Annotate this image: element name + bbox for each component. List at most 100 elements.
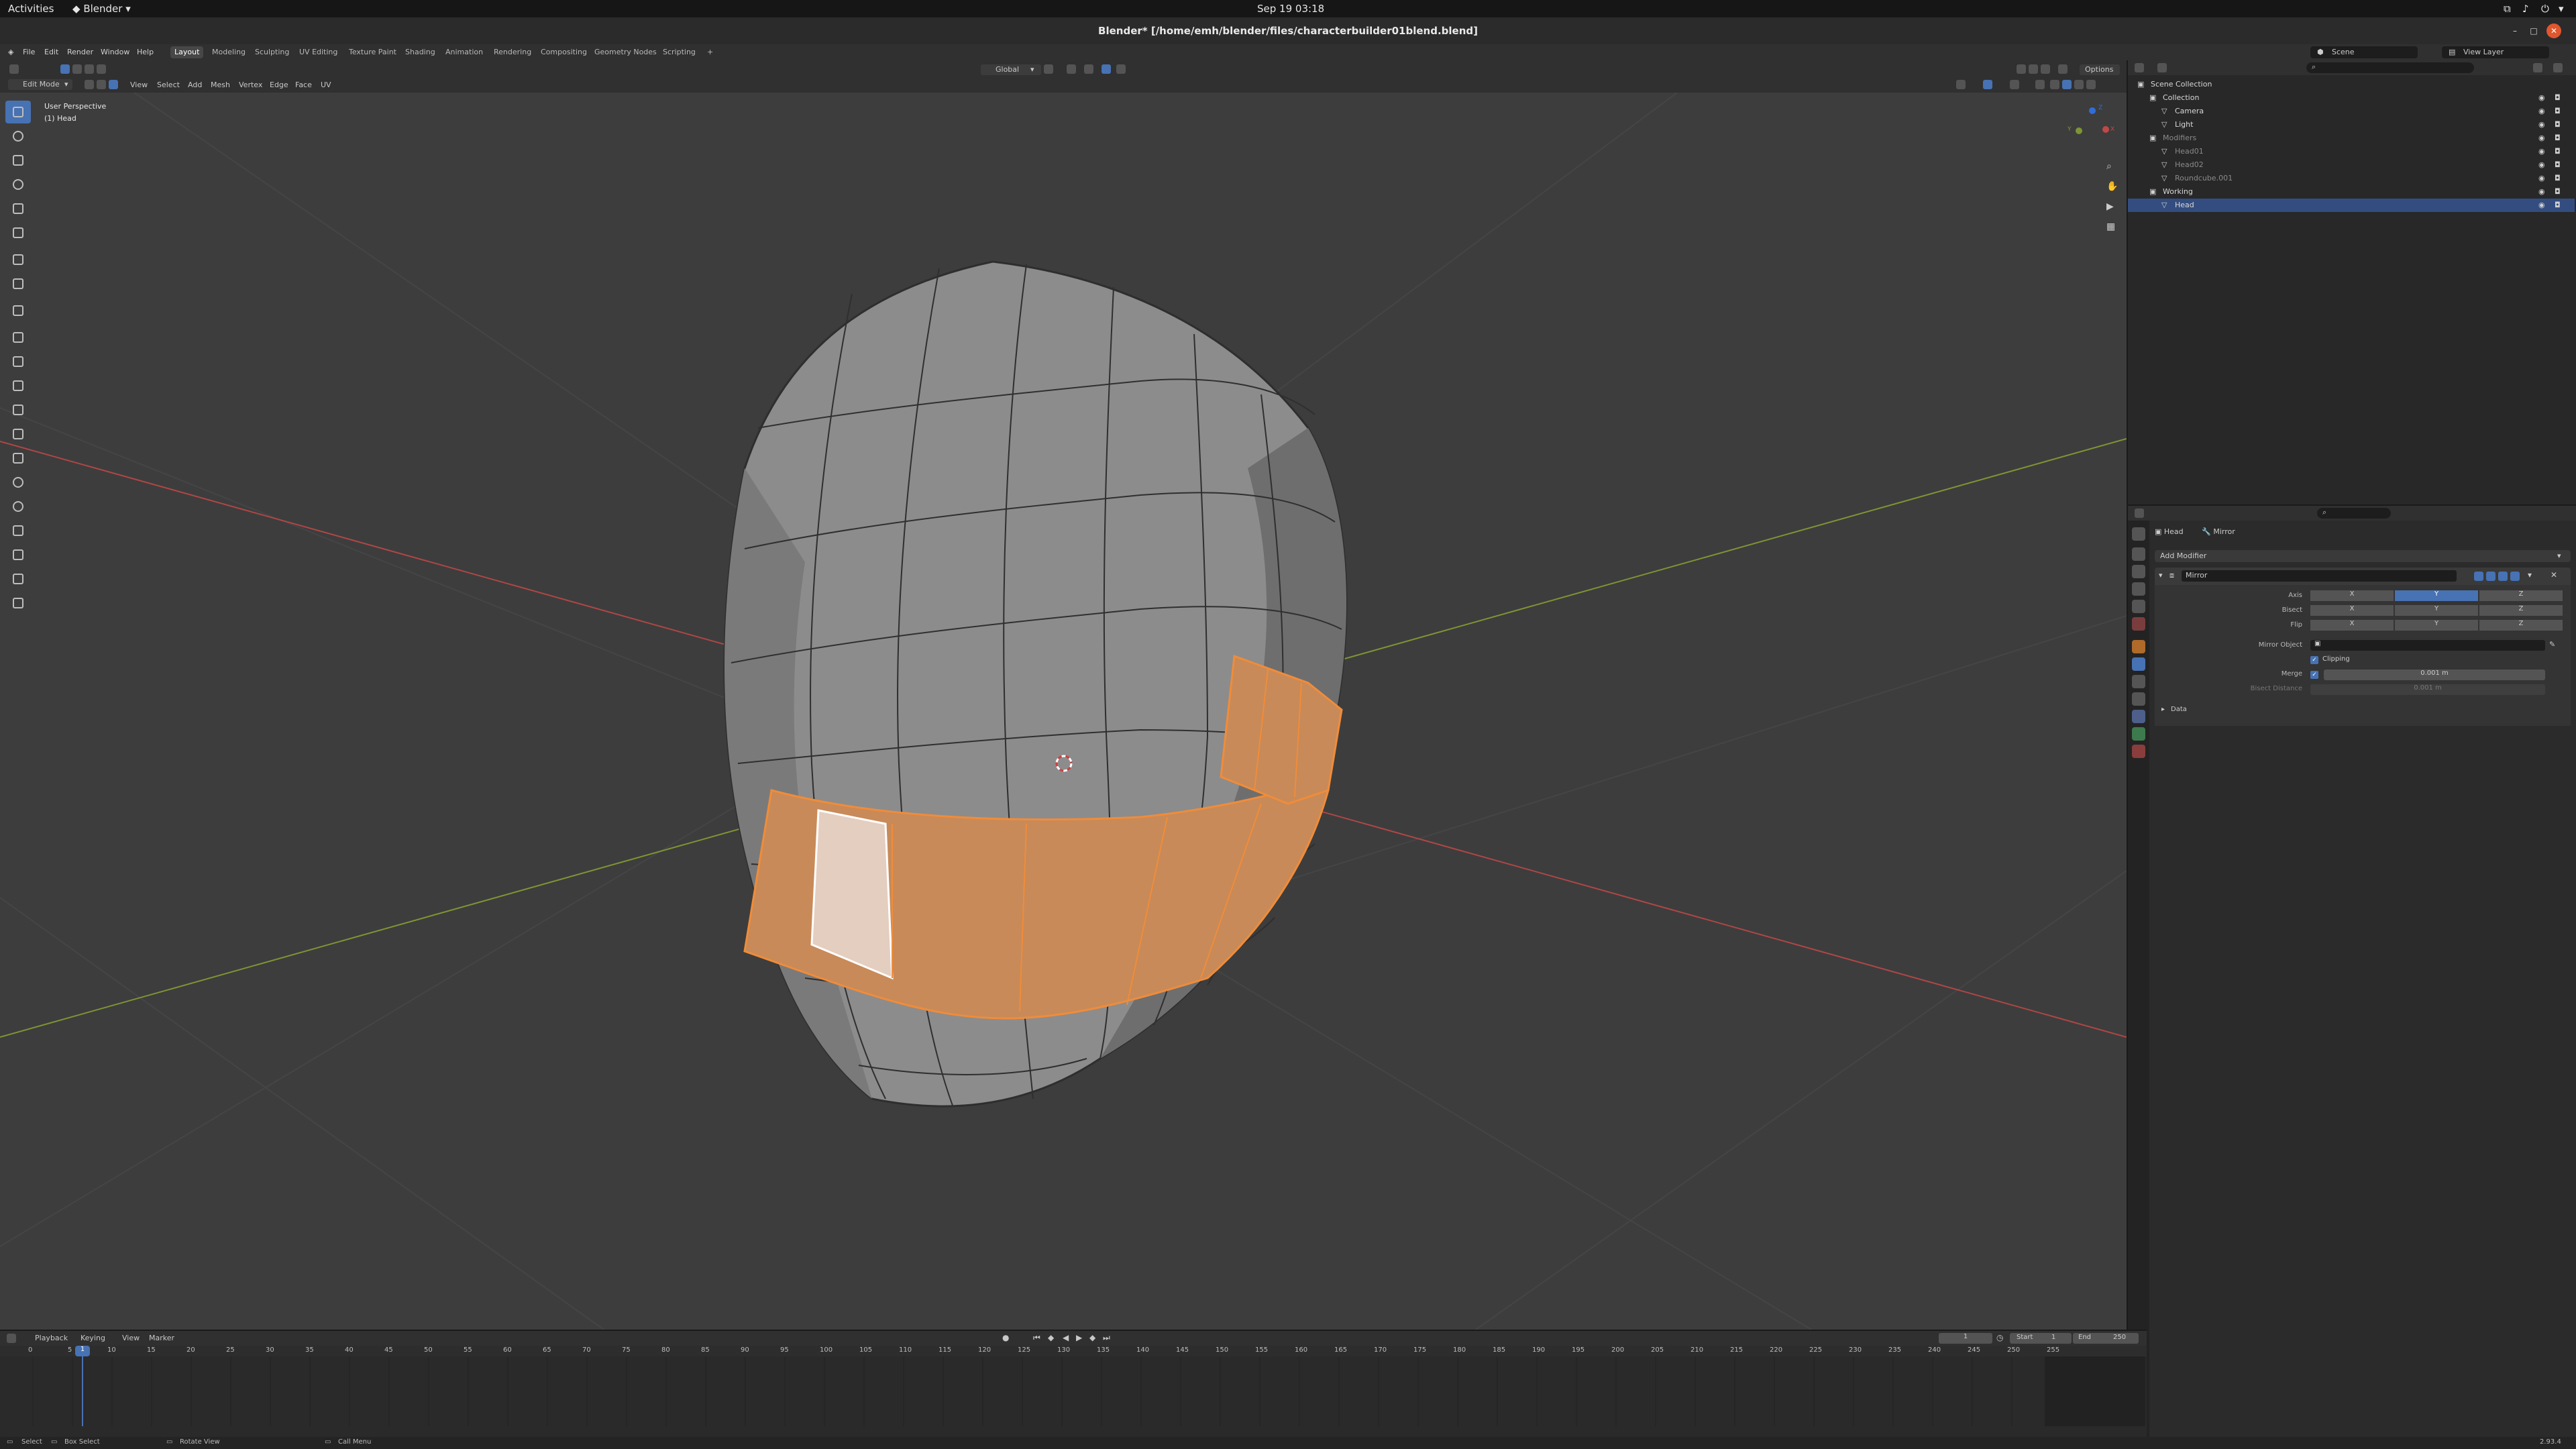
- edge-select-icon[interactable]: [97, 80, 106, 89]
- prev-keyframe-icon[interactable]: ◆: [1048, 1333, 1054, 1342]
- shading-rendered-icon[interactable]: [2086, 80, 2096, 89]
- render-visibility-icon[interactable]: ◘: [2555, 160, 2561, 169]
- bisect-y-toggle[interactable]: Y: [2395, 605, 2478, 616]
- gizmo-y-icon[interactable]: [2076, 127, 2082, 134]
- ortho-toggle-icon[interactable]: ▦: [2106, 221, 2115, 232]
- gizmo-z-icon[interactable]: [2089, 107, 2096, 114]
- transform-orientation-dropdown[interactable]: Global ▾: [981, 64, 1041, 75]
- add-cube-tool[interactable]: [5, 299, 31, 322]
- particles-tab-icon[interactable]: [2132, 675, 2145, 688]
- render-visibility-icon[interactable]: ◘: [2555, 133, 2561, 142]
- outliner-row[interactable]: ▽ Head ◉ ◘: [2128, 199, 2575, 212]
- tab-sculpting[interactable]: Sculpting: [251, 46, 293, 58]
- shear-tool[interactable]: [5, 568, 31, 590]
- outliner-display-mode-icon[interactable]: [2157, 63, 2167, 72]
- menu-select[interactable]: Select: [157, 80, 180, 89]
- menu-edge[interactable]: Edge: [270, 80, 288, 89]
- next-keyframe-icon[interactable]: ◆: [1089, 1333, 1095, 1342]
- 3d-viewport[interactable]: Global ▾ Options Edit Mode ▾ View Select…: [0, 60, 2127, 1330]
- menu-render[interactable]: Render: [67, 48, 93, 56]
- outliner-row[interactable]: ▣ Collection ◉ ◘: [2128, 91, 2575, 105]
- visibility-eye-icon[interactable]: ◉: [2538, 147, 2545, 156]
- properties-search-input[interactable]: ⌕: [2317, 508, 2391, 519]
- shrink-fatten-tool[interactable]: [5, 543, 31, 566]
- view-object-types-icon[interactable]: [1956, 80, 1966, 89]
- menu-add[interactable]: Add: [188, 80, 202, 89]
- modifier-menu-icon[interactable]: ▾: [2528, 570, 2532, 580]
- timeline-editor-type-icon[interactable]: [7, 1334, 16, 1343]
- render-toggle-icon[interactable]: [2510, 572, 2520, 581]
- xray-toggle-icon[interactable]: [2035, 80, 2045, 89]
- bisect-z-toggle[interactable]: Z: [2479, 605, 2563, 616]
- render-visibility-icon[interactable]: ◘: [2555, 147, 2561, 156]
- cage-toggle-icon[interactable]: [2486, 572, 2496, 581]
- falloff-icon[interactable]: [1116, 64, 1126, 74]
- system-menu-arrow-icon[interactable]: ▾: [2559, 3, 2564, 15]
- axis-z-toggle[interactable]: Z: [2479, 590, 2563, 601]
- render-visibility-icon[interactable]: ◘: [2555, 107, 2561, 115]
- clipping-checkbox[interactable]: ✓: [2310, 656, 2318, 664]
- play-icon[interactable]: ▶: [1076, 1333, 1082, 1342]
- add-modifier-button[interactable]: Add Modifier ▾: [2155, 550, 2571, 562]
- tab-texture-paint[interactable]: Texture Paint: [345, 46, 400, 58]
- material-tab-icon[interactable]: [2132, 745, 2145, 758]
- constraints-tab-icon[interactable]: [2132, 710, 2145, 723]
- outliner-row[interactable]: ▽ Camera ◉ ◘: [2128, 105, 2575, 118]
- blender-logo-icon[interactable]: ◈: [8, 48, 13, 56]
- outliner-row[interactable]: ▣ Working ◉ ◘: [2128, 185, 2575, 199]
- mirror-x-toggle[interactable]: [2017, 64, 2026, 74]
- modifier-tab-icon[interactable]: [2132, 657, 2145, 671]
- bisect-x-toggle[interactable]: X: [2310, 605, 2394, 616]
- select-box-tool[interactable]: [5, 101, 31, 123]
- menu-help[interactable]: Help: [137, 48, 154, 56]
- visibility-eye-icon[interactable]: ◉: [2538, 120, 2545, 129]
- gizmo-x-icon[interactable]: [2102, 126, 2109, 133]
- bevel-tool[interactable]: [5, 374, 31, 397]
- clock[interactable]: Sep 19 03:18: [1257, 3, 1324, 15]
- spin-tool[interactable]: [5, 471, 31, 494]
- physics-tab-icon[interactable]: [2132, 692, 2145, 706]
- rip-region-tool[interactable]: [5, 592, 31, 614]
- edit-mode-toggle-icon[interactable]: [2474, 572, 2483, 581]
- world-tab-icon[interactable]: [2132, 617, 2145, 631]
- frame-ruler[interactable]: 0 5 10 15 20 25 30 35 40 45 50 55 60 65 70 75 80 85 90 95 10…: [0, 1346, 2147, 1356]
- data-tab-icon[interactable]: [2132, 727, 2145, 741]
- record-icon[interactable]: ●: [1002, 1333, 1009, 1342]
- menu-view[interactable]: View: [130, 80, 148, 89]
- tool-tab-icon[interactable]: [2132, 527, 2145, 541]
- play-reverse-icon[interactable]: ◀: [1063, 1333, 1069, 1342]
- current-frame-field[interactable]: 1: [1939, 1333, 1992, 1344]
- select-mode-extend-icon[interactable]: [72, 64, 82, 74]
- options-dropdown[interactable]: Options: [2080, 64, 2120, 75]
- menu-view-timeline[interactable]: View: [122, 1334, 140, 1342]
- edge-slide-tool[interactable]: [5, 519, 31, 542]
- output-tab-icon[interactable]: [2132, 565, 2145, 578]
- mirror-z-toggle[interactable]: [2041, 64, 2050, 74]
- tab-rendering[interactable]: Rendering: [490, 46, 535, 58]
- zoom-icon[interactable]: ⌕: [2106, 161, 2112, 172]
- outliner-row[interactable]: ▽ Roundcube.001 ◉ ◘: [2128, 172, 2575, 185]
- network-icon[interactable]: ⧉: [2504, 3, 2511, 15]
- data-subpanel-header[interactable]: Data: [2171, 706, 2187, 713]
- merge-distance-field[interactable]: 0.001 m: [2324, 669, 2545, 680]
- jump-end-icon[interactable]: ⏭: [1103, 1333, 1110, 1343]
- menu-mesh[interactable]: Mesh: [211, 80, 230, 89]
- scale-tool[interactable]: [5, 197, 31, 220]
- tab-geometry-nodes[interactable]: Geometry Nodes: [590, 46, 661, 58]
- visibility-eye-icon[interactable]: ◉: [2538, 93, 2545, 102]
- axis-y-toggle[interactable]: Y: [2395, 590, 2478, 601]
- eyedropper-icon[interactable]: ✎: [2549, 640, 2555, 649]
- menu-playback[interactable]: Playback: [35, 1334, 68, 1342]
- dopesheet-area[interactable]: [32, 1356, 2045, 1426]
- data-panel-chevron-icon[interactable]: ▸: [2161, 706, 2165, 713]
- render-tab-icon[interactable]: [2132, 547, 2145, 561]
- transform-tool[interactable]: [5, 221, 31, 244]
- face-select-icon[interactable]: [109, 80, 118, 89]
- menu-uv[interactable]: UV: [321, 80, 331, 89]
- pivot-point-icon[interactable]: [1044, 64, 1053, 74]
- tab-modeling[interactable]: Modeling: [208, 46, 250, 58]
- auto-merge-icon[interactable]: [2058, 64, 2068, 74]
- outliner-search-input[interactable]: ⌕: [2306, 62, 2474, 73]
- knife-tool[interactable]: [5, 423, 31, 445]
- loop-cut-tool[interactable]: [5, 398, 31, 421]
